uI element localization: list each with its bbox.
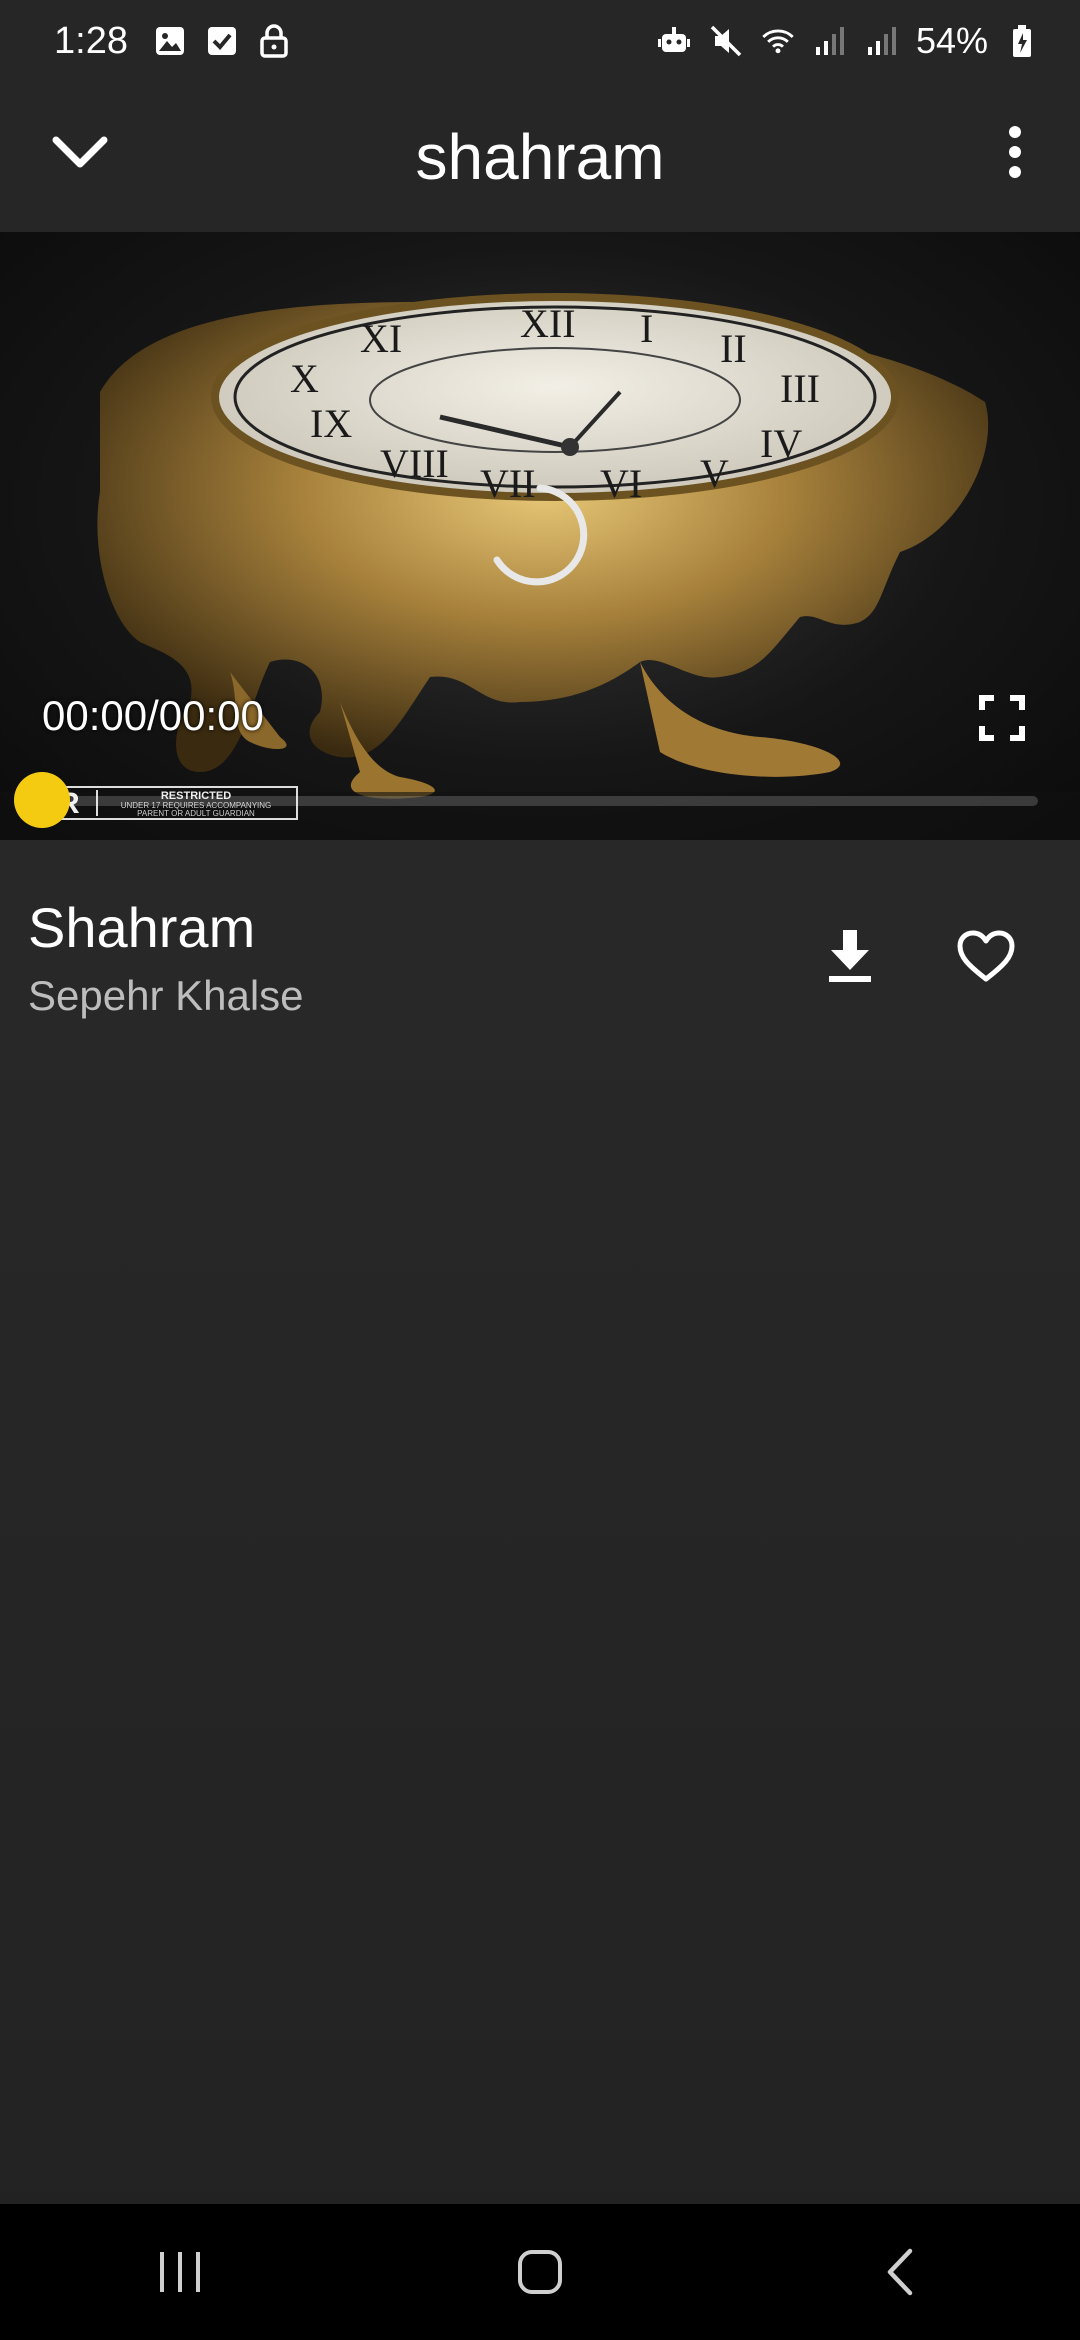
song-title: Shahram xyxy=(28,896,256,959)
wifi-icon xyxy=(760,23,796,59)
system-nav-bar xyxy=(0,2204,1080,2340)
chevron-down-icon xyxy=(52,136,108,168)
robot-icon xyxy=(656,23,692,59)
seek-bar[interactable] xyxy=(40,796,1038,806)
status-left: 1:28 xyxy=(54,20,292,63)
svg-text:I: I xyxy=(640,306,653,351)
status-time: 1:28 xyxy=(54,19,128,62)
more-vertical-icon xyxy=(1009,126,1021,178)
loading-spinner xyxy=(493,484,588,586)
seek-bar-thumb[interactable] xyxy=(14,772,70,828)
svg-text:III: III xyxy=(780,366,820,411)
song-artist[interactable]: Sepehr Khalse xyxy=(28,972,304,1020)
app-bar: shahram xyxy=(0,82,1080,232)
svg-text:II: II xyxy=(720,326,747,371)
playback-time: 00:00/00:00 xyxy=(42,692,264,739)
signal-icon xyxy=(864,23,900,59)
svg-text:V: V xyxy=(700,451,729,496)
recents-button[interactable] xyxy=(120,2222,240,2322)
heart-outline-icon xyxy=(957,930,1015,982)
recents-icon xyxy=(160,2252,200,2292)
more-options-button[interactable] xyxy=(980,112,1050,192)
signal-icon xyxy=(812,23,848,59)
lock-icon xyxy=(256,23,292,59)
back-button[interactable] xyxy=(840,2222,960,2322)
battery-percentage: 54% xyxy=(915,20,988,61)
home-icon xyxy=(518,2250,562,2294)
home-button[interactable] xyxy=(480,2222,600,2322)
svg-text:VIII: VIII xyxy=(380,441,449,486)
image-icon xyxy=(152,23,188,59)
status-right: 54% xyxy=(656,20,1040,62)
svg-text:IX: IX xyxy=(310,401,352,446)
download-button[interactable] xyxy=(812,918,888,994)
svg-text:IV: IV xyxy=(760,421,802,466)
svg-text:XI: XI xyxy=(360,316,402,361)
collapse-button[interactable] xyxy=(40,112,120,192)
mute-icon xyxy=(708,23,744,59)
rating-line-2: PARENT OR ADULT GUARDIAN xyxy=(137,809,255,818)
svg-text:X: X xyxy=(290,356,319,401)
screen: 1:28 54% shahram XII I II III IV V VI VI… xyxy=(0,0,1080,2340)
page-title: shahram xyxy=(415,121,665,193)
download-icon xyxy=(829,930,871,982)
back-icon xyxy=(887,2248,913,2296)
battery-icon xyxy=(1004,23,1040,59)
checkbox-icon xyxy=(204,23,240,59)
status-bar: 1:28 54% xyxy=(0,0,1080,82)
favorite-button[interactable] xyxy=(944,918,1028,994)
video-player[interactable]: XII I II III IV V VI VII VIII IX X XI 00… xyxy=(0,232,1080,840)
fullscreen-button[interactable] xyxy=(978,694,1026,742)
svg-text:XII: XII xyxy=(520,301,576,346)
svg-text:VI: VI xyxy=(600,461,642,506)
